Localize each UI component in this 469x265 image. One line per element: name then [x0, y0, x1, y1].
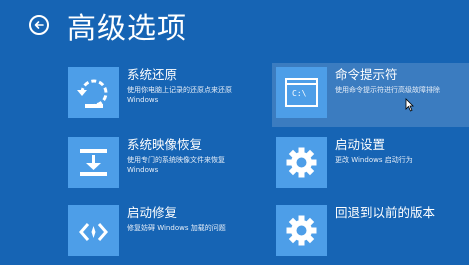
mouse-cursor-icon: [405, 98, 414, 112]
option-description: 修复妨碍 Windows 加载的问题: [127, 224, 226, 232]
option-description: 使用你电脑上记录的还原点来还原 Windows: [127, 86, 232, 104]
option-startup-settings[interactable]: 启动设置 更改 Windows 启动行为: [276, 137, 461, 197]
option-system-restore[interactable]: 系统还原 使用你电脑上记录的还原点来还原 Windows: [68, 67, 253, 127]
command-prompt-icon: C:\: [276, 67, 327, 118]
back-arrow-icon: [34, 21, 44, 29]
system-image-icon: [68, 137, 119, 188]
option-go-back[interactable]: 回退到以前的版本: [276, 205, 461, 265]
page-title: 高级选项: [67, 11, 188, 45]
option-system-image-recovery[interactable]: 系统映像恢复 使用专门的系统映像文件来恢复 Windows: [68, 137, 253, 197]
gear-icon: [276, 137, 327, 188]
back-button[interactable]: [29, 15, 49, 35]
option-description: 使用命令提示符进行高级故障排除: [335, 86, 440, 94]
option-title: 命令提示符: [335, 67, 398, 82]
option-startup-repair[interactable]: 启动修复 修复妨碍 Windows 加载的问题: [68, 205, 253, 265]
system-restore-icon: [68, 67, 119, 118]
option-description: 使用专门的系统映像文件来恢复 Windows: [127, 156, 225, 174]
option-title: 系统映像恢复: [127, 137, 203, 152]
option-title: 启动设置: [335, 137, 386, 152]
option-command-prompt[interactable]: C:\ 命令提示符 使用命令提示符进行高级故障排除: [272, 63, 469, 127]
option-title: 启动修复: [127, 205, 178, 220]
option-title: 回退到以前的版本: [335, 205, 436, 220]
option-title: 系统还原: [127, 67, 178, 82]
command-prompt-icon-label: C:\: [292, 89, 307, 98]
startup-repair-icon: [68, 205, 119, 256]
option-description: 更改 Windows 启动行为: [335, 156, 413, 164]
gear-icon: [276, 205, 327, 256]
